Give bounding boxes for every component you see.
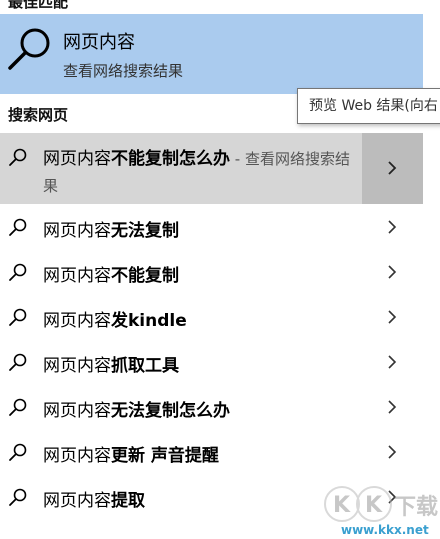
- suggestion-label: 网页内容无法复制: [43, 221, 179, 241]
- svg-text:K: K: [333, 493, 351, 518]
- svg-text:K: K: [365, 493, 383, 518]
- search-icon: [9, 353, 27, 371]
- search-icon: [9, 218, 27, 236]
- search-icon: [9, 148, 27, 166]
- svg-text:下载: 下载: [394, 494, 438, 520]
- suggestion-label: 网页内容无法复制怎么办: [43, 401, 230, 421]
- watermark-url: www.kkx.net: [341, 523, 429, 537]
- tooltip: 预览 Web 结果(向右: [297, 88, 440, 124]
- search-icon: [9, 398, 27, 416]
- chevron-right-icon[interactable]: [384, 399, 400, 415]
- suggestion-item[interactable]: 网页内容发kindle: [0, 295, 423, 339]
- suggestion-label: 网页内容不能复制怎么办 - 查看网络搜索结果: [43, 149, 350, 195]
- preview-button[interactable]: [362, 133, 423, 204]
- suggestion-item[interactable]: 网页内容不能复制: [0, 250, 423, 294]
- suggestion-label: 网页内容抓取工具: [43, 356, 179, 376]
- chevron-right-icon[interactable]: [384, 219, 400, 235]
- suggestion-selected[interactable]: 网页内容不能复制怎么办 - 查看网络搜索结果: [0, 133, 423, 204]
- best-match-item[interactable]: 网页内容 查看网络搜索结果: [0, 14, 423, 94]
- section-title-best-match: 最佳匹配: [8, 0, 69, 11]
- search-icon: [9, 443, 27, 461]
- search-icon: [8, 28, 50, 70]
- suggestion-label: 网页内容发kindle: [43, 311, 187, 331]
- suggestion-label: 网页内容提取: [43, 491, 145, 511]
- search-icon: [9, 263, 27, 281]
- chevron-right-icon[interactable]: [384, 264, 400, 280]
- chevron-right-icon[interactable]: [384, 444, 400, 460]
- best-match-title: 网页内容: [63, 32, 135, 53]
- suggestion-label: 网页内容不能复制: [43, 266, 179, 286]
- suggestion-item[interactable]: 网页内容更新 声音提醒: [0, 430, 423, 474]
- search-icon: [9, 308, 27, 326]
- suggestion-item[interactable]: 网页内容抓取工具: [0, 340, 423, 384]
- suggestion-item[interactable]: 网页内容无法复制: [0, 205, 423, 249]
- suggestion-item[interactable]: 网页内容无法复制怎么办: [0, 385, 423, 429]
- chevron-right-icon[interactable]: [384, 309, 400, 325]
- suggestion-label: 网页内容更新 声音提醒: [43, 446, 219, 466]
- chevron-right-icon[interactable]: [384, 354, 400, 370]
- search-icon: [9, 488, 27, 506]
- best-match-subtitle: 查看网络搜索结果: [63, 62, 184, 80]
- section-title-web: 搜索网页: [8, 106, 69, 124]
- chevron-right-icon: [388, 161, 397, 175]
